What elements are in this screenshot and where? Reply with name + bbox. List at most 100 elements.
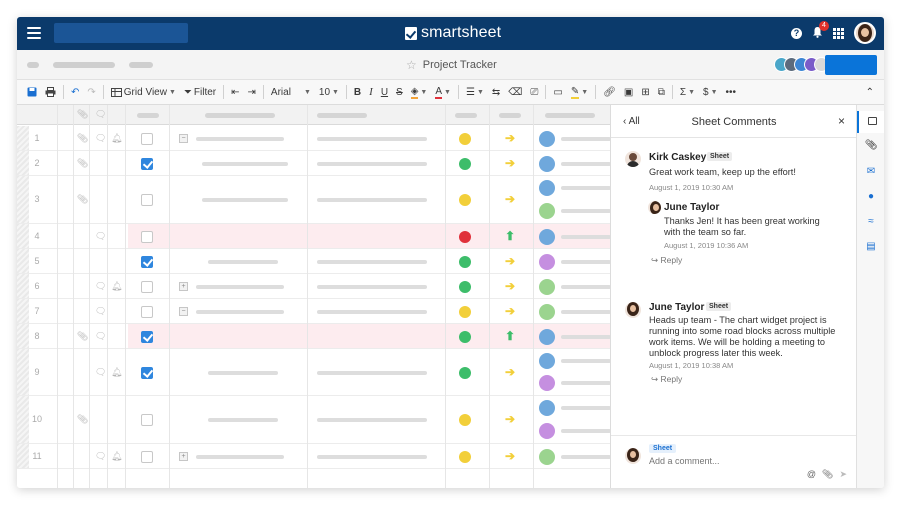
status-indicator-icon[interactable] bbox=[459, 414, 471, 426]
reminder-bell-icon[interactable]: 🔔︎ bbox=[111, 367, 122, 378]
table-row[interactable]: 5 ➔ bbox=[17, 249, 610, 274]
arrow-right-icon[interactable]: ➔ bbox=[505, 412, 515, 426]
assignee-avatar[interactable] bbox=[539, 400, 555, 416]
assignee-avatar[interactable] bbox=[539, 203, 555, 219]
font-size-dropdown[interactable]: 10 ▼ bbox=[315, 80, 343, 105]
table-row[interactable]: 6 🗨︎ 🔔︎ + ➔ bbox=[17, 274, 610, 299]
print-icon[interactable] bbox=[41, 80, 60, 105]
table-row[interactable]: 10 📎︎ ➔ bbox=[17, 396, 610, 444]
row-checkbox[interactable] bbox=[141, 281, 153, 293]
task-name-cell[interactable] bbox=[208, 418, 278, 422]
clear-format-icon[interactable]: ⌫ bbox=[504, 80, 526, 105]
indent-icon[interactable]: ⇥ bbox=[244, 80, 260, 105]
assigned-cell[interactable] bbox=[317, 137, 427, 141]
grid-view-dropdown[interactable]: Grid View ▼ bbox=[107, 80, 180, 105]
bold-button[interactable]: B bbox=[350, 80, 365, 105]
copy-icon[interactable]: ⧉ bbox=[654, 80, 669, 105]
status-indicator-icon[interactable] bbox=[459, 306, 471, 318]
comment-icon[interactable]: 🗨︎ bbox=[95, 331, 106, 342]
assignee-avatar[interactable] bbox=[539, 229, 555, 245]
row-checkbox[interactable] bbox=[141, 306, 153, 318]
reminder-bell-icon[interactable]: 🔔︎ bbox=[111, 281, 122, 292]
outdent-icon[interactable]: ⇤ bbox=[227, 80, 243, 105]
comment-icon[interactable]: 🗨︎ bbox=[95, 281, 106, 292]
expand-collapse-icon[interactable]: + bbox=[179, 282, 188, 291]
insert-row-icon[interactable]: ⊞ bbox=[637, 80, 653, 105]
assigned-cell[interactable] bbox=[317, 162, 427, 166]
table-row[interactable]: 3 📎︎ ➔ bbox=[17, 176, 610, 224]
attachment-icon[interactable]: 📎︎ bbox=[822, 469, 833, 480]
assignee-avatar[interactable] bbox=[539, 180, 555, 196]
row-checkbox[interactable] bbox=[141, 367, 153, 379]
align-button[interactable]: ☰ ▼ bbox=[462, 80, 488, 105]
column-header[interactable] bbox=[137, 113, 159, 118]
composer-scope-tag[interactable]: Sheet bbox=[649, 444, 677, 453]
search-box[interactable] bbox=[54, 23, 188, 43]
format-painter-icon[interactable]: ⎚ bbox=[526, 80, 542, 105]
row-checkbox[interactable] bbox=[141, 451, 153, 463]
breadcrumb-placeholder[interactable] bbox=[129, 62, 153, 68]
arrow-right-icon[interactable]: ➔ bbox=[505, 449, 515, 463]
activity-log-rail-icon[interactable]: ≈ bbox=[857, 211, 884, 233]
currency-button[interactable]: $ ▼ bbox=[699, 80, 722, 105]
wrap-text-icon[interactable]: ⇆ bbox=[488, 80, 504, 105]
status-indicator-icon[interactable] bbox=[459, 194, 471, 206]
assignee-avatar[interactable] bbox=[539, 375, 555, 391]
task-name-cell[interactable] bbox=[196, 310, 284, 314]
text-color-button[interactable]: A ▼ bbox=[431, 80, 455, 105]
expand-collapse-icon[interactable]: + bbox=[179, 452, 188, 461]
comment-icon[interactable]: 🗨︎ bbox=[95, 367, 106, 378]
user-avatar[interactable] bbox=[854, 22, 876, 44]
status-indicator-icon[interactable] bbox=[459, 451, 471, 463]
assignee-avatar[interactable] bbox=[539, 449, 555, 465]
arrow-right-icon[interactable]: ➔ bbox=[505, 156, 515, 170]
sum-button[interactable]: Σ ▼ bbox=[676, 80, 699, 105]
assignee-avatar[interactable] bbox=[539, 279, 555, 295]
assignee-avatar[interactable] bbox=[539, 423, 555, 439]
breadcrumb-placeholder[interactable] bbox=[53, 62, 115, 68]
comment-icon[interactable]: 🗨︎ bbox=[95, 451, 106, 462]
favorite-star-icon[interactable]: ☆ bbox=[406, 58, 417, 72]
task-name-cell[interactable] bbox=[208, 371, 278, 375]
link-icon[interactable]: 🔗︎ bbox=[599, 80, 620, 105]
column-header[interactable] bbox=[317, 113, 367, 118]
more-options-button[interactable]: ••• bbox=[722, 80, 741, 105]
table-row[interactable]: 9 🗨︎ 🔔︎ ➔ bbox=[17, 349, 610, 396]
column-header[interactable] bbox=[499, 113, 521, 118]
attachment-icon[interactable]: 📎︎ bbox=[77, 194, 88, 205]
task-name-cell[interactable] bbox=[196, 137, 284, 141]
arrow-up-icon[interactable]: ⬆ bbox=[505, 329, 515, 343]
save-icon[interactable] bbox=[23, 80, 41, 105]
attachments-rail-icon[interactable]: 📎︎ bbox=[857, 135, 884, 157]
send-icon[interactable]: ➤ bbox=[839, 469, 847, 480]
update-requests-rail-icon[interactable]: ✉ bbox=[857, 161, 884, 183]
apps-grid-icon[interactable] bbox=[833, 27, 844, 39]
assigned-cell[interactable] bbox=[317, 418, 427, 422]
help-icon[interactable]: ? bbox=[791, 27, 802, 39]
arrow-right-icon[interactable]: ➔ bbox=[505, 131, 515, 145]
assigned-cell[interactable] bbox=[317, 310, 427, 314]
column-header[interactable] bbox=[205, 113, 275, 118]
table-row[interactable]: 8 📎︎ 🗨︎ ⬆ bbox=[17, 324, 610, 349]
row-checkbox[interactable] bbox=[141, 194, 153, 206]
table-row[interactable]: 1 📎︎ 🗨︎ 🔔︎ − ➔ bbox=[17, 126, 610, 151]
comment-icon[interactable]: 🗨︎ bbox=[95, 306, 106, 317]
assignee-avatar[interactable] bbox=[539, 304, 555, 320]
menu-icon[interactable] bbox=[27, 27, 41, 39]
arrow-right-icon[interactable]: ➔ bbox=[505, 304, 515, 318]
reminder-bell-icon[interactable]: 🔔︎ bbox=[111, 133, 122, 144]
task-name-cell[interactable] bbox=[196, 455, 284, 459]
status-indicator-icon[interactable] bbox=[459, 367, 471, 379]
arrow-right-icon[interactable]: ➔ bbox=[505, 279, 515, 293]
assignee-avatar[interactable] bbox=[539, 353, 555, 369]
task-name-cell[interactable] bbox=[202, 198, 288, 202]
italic-button[interactable]: I bbox=[365, 80, 377, 105]
assignee-avatar[interactable] bbox=[539, 131, 555, 147]
row-checkbox[interactable] bbox=[141, 231, 153, 243]
comment-icon[interactable]: 🗨︎ bbox=[95, 231, 106, 242]
task-name-cell[interactable] bbox=[196, 285, 284, 289]
status-indicator-icon[interactable] bbox=[459, 331, 471, 343]
add-comment-input[interactable] bbox=[649, 456, 839, 466]
reminder-bell-icon[interactable]: 🔔︎ bbox=[111, 451, 122, 462]
table-row[interactable]: 4 🗨︎ ⬆ bbox=[17, 224, 610, 249]
